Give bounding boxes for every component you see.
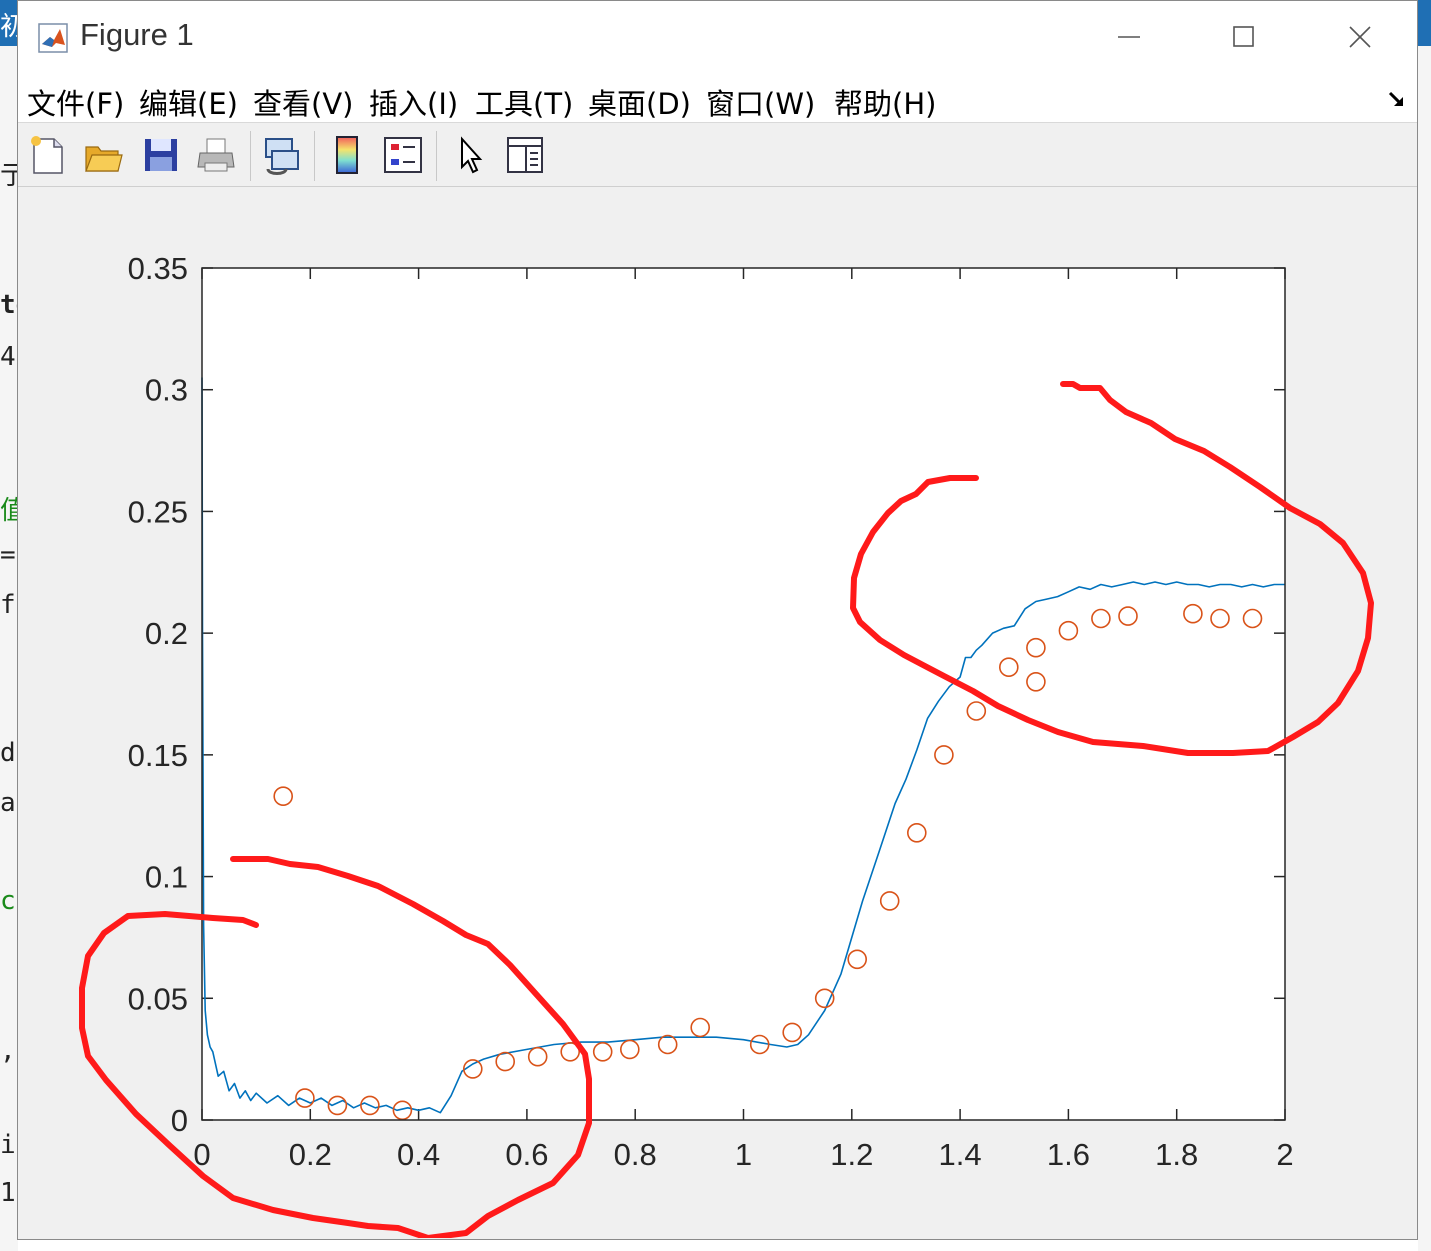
print-icon[interactable] (196, 133, 238, 177)
minimize-button[interactable] (1102, 15, 1156, 59)
x-tick-label: 1.2 (830, 1137, 873, 1172)
menu-insert[interactable]: 插入(I) (369, 81, 458, 123)
background-window-right (1418, 0, 1431, 1251)
window-title: Figure 1 (80, 17, 194, 52)
background-text: i (0, 1130, 16, 1160)
background-text: f (0, 590, 16, 620)
menu-window[interactable]: 窗口(W) (706, 81, 815, 123)
x-tick-label: 0.6 (505, 1137, 548, 1172)
background-titlebar (1418, 0, 1431, 46)
figure-canvas[interactable]: 0 0.2 0.4 0.6 0.8 1 1.2 1.4 1.6 1.8 200.050.10.150… (18, 188, 1417, 1238)
new-figure-icon[interactable] (26, 133, 68, 177)
background-text: d (0, 738, 16, 768)
x-tick-label: 1.4 (939, 1137, 982, 1172)
x-tick-label: 1 (735, 1137, 752, 1172)
background-text: 4 (0, 342, 16, 372)
title-bar[interactable]: Figure 1 (18, 1, 1417, 73)
close-button[interactable] (1332, 15, 1386, 59)
menu-file[interactable]: 文件(F) (27, 81, 124, 123)
menu-bar: 文件(F) 编辑(E) 查看(V) 插入(I) 工具(T) 桌面(D) 窗口(W… (18, 73, 1417, 123)
menu-tools[interactable]: 工具(T) (475, 81, 573, 123)
menu-desktop[interactable]: 桌面(D) (588, 81, 691, 123)
x-tick-label: 0.8 (614, 1137, 657, 1172)
y-tick-label: 0.2 (145, 616, 188, 651)
y-tick-label: 0.15 (128, 738, 188, 773)
background-window-left: 初 亍 te 4 值 = f d a c , i 1 (0, 0, 18, 1251)
save-icon[interactable] (140, 133, 182, 177)
figure-window: Figure 1 文件(F) 编辑(E) 查看(V) 插入(I) 工具(T) 桌… (17, 0, 1418, 1240)
menu-help[interactable]: 帮助(H) (834, 81, 936, 123)
y-tick-label: 0.25 (128, 494, 188, 529)
toolbar-separator (436, 131, 437, 181)
menu-view[interactable]: 查看(V) (253, 81, 353, 123)
y-tick-label: 0.3 (145, 373, 188, 408)
background-text: 亍 (0, 161, 18, 191)
axes-background (202, 268, 1285, 1120)
x-tick-label: 0.2 (289, 1137, 332, 1172)
x-tick-label: 1.8 (1155, 1137, 1198, 1172)
legend-icon[interactable] (382, 133, 424, 177)
y-tick-label: 0.05 (128, 981, 188, 1016)
open-file-icon[interactable] (82, 133, 124, 177)
toolbar-separator (250, 131, 251, 181)
menu-edit[interactable]: 编辑(E) (139, 81, 238, 123)
background-text: te (0, 290, 18, 320)
maximize-button[interactable] (1216, 15, 1270, 59)
property-editor-icon[interactable] (504, 133, 546, 177)
colorbar-icon[interactable] (326, 133, 368, 177)
pointer-arrow-icon[interactable] (450, 133, 492, 177)
background-text: 初 (0, 12, 18, 42)
background-text: 1 (0, 1178, 16, 1208)
y-tick-label: 0.35 (128, 251, 188, 286)
background-text: c (0, 886, 16, 916)
background-text: a (0, 788, 16, 818)
x-tick-label: 2 (1276, 1137, 1293, 1172)
background-text: 值 (0, 496, 18, 526)
matlab-logo-icon (38, 23, 68, 53)
toolbar (18, 123, 1417, 187)
background-text: = (0, 540, 16, 570)
y-tick-label: 0 (171, 1103, 188, 1138)
background-text: , (0, 1036, 16, 1066)
x-tick-label: 0.4 (397, 1137, 440, 1172)
link-icon[interactable] (260, 133, 302, 177)
dock-arrow-icon[interactable] (1386, 89, 1408, 111)
y-tick-label: 0.1 (145, 860, 188, 895)
toolbar-separator (314, 131, 315, 181)
x-tick-label: 1.6 (1047, 1137, 1090, 1172)
